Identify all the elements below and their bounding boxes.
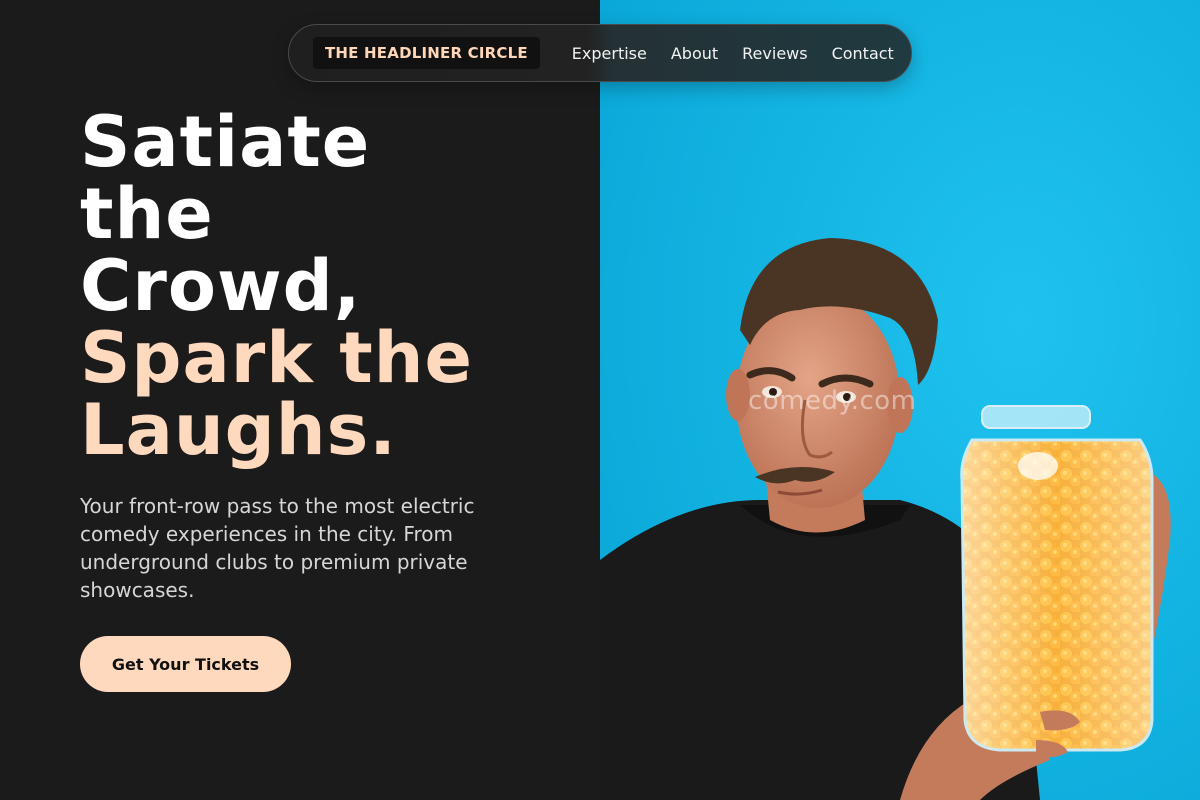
hero-subtitle: Your front-row pass to the most electric… [80, 494, 475, 602]
nav-link-contact[interactable]: Contact [832, 44, 894, 63]
hero-headline: Satiate the Crowd, Spark the Laughs. [80, 106, 473, 466]
photo-watermark: comedy.com [748, 386, 917, 416]
nav-link-reviews[interactable]: Reviews [742, 44, 807, 63]
headline-accent-line: Laughs. [80, 389, 397, 471]
headline-accent-line: Spark the [80, 317, 473, 399]
headline-line: Crowd, [80, 245, 362, 327]
get-tickets-button[interactable]: Get Your Tickets [80, 636, 291, 692]
headline-line: Satiate [80, 101, 371, 183]
hero-photo: comedy.com [600, 0, 1200, 800]
nav-links: Expertise About Reviews Contact [572, 44, 894, 63]
brand-logo[interactable]: THE HEADLINER CIRCLE [313, 37, 540, 69]
top-navbar: THE HEADLINER CIRCLE Expertise About Rev… [288, 24, 912, 82]
nav-link-about[interactable]: About [671, 44, 718, 63]
headline-line: the [80, 173, 214, 255]
nav-link-expertise[interactable]: Expertise [572, 44, 647, 63]
